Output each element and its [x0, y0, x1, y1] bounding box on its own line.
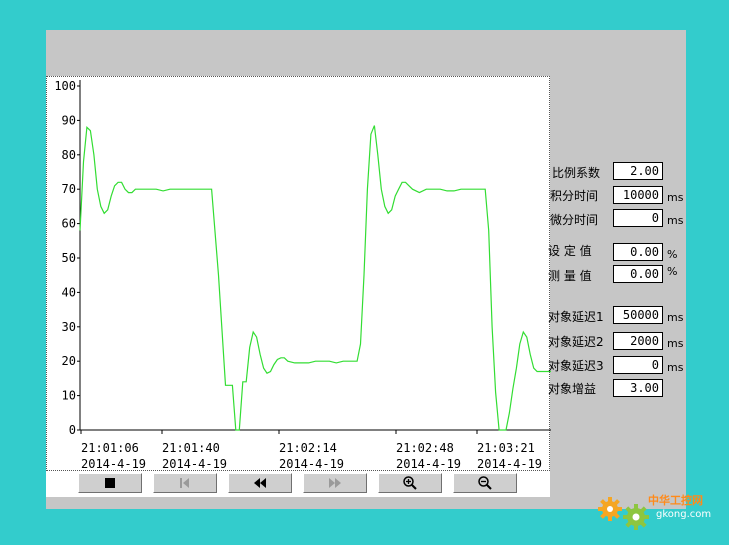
y-tick-label: 100 — [54, 79, 76, 93]
watermark-text: 中华工控网 — [648, 494, 703, 507]
pv-label: 测 量 值 — [548, 269, 592, 283]
x-tick-date-label: 2014-4-19 — [81, 457, 146, 471]
delay3-field[interactable]: 0 — [613, 356, 663, 374]
td-label: 微分时间 — [550, 213, 599, 227]
rewind-icon — [254, 478, 266, 488]
delay1-unit: ms — [667, 311, 684, 324]
y-tick-label: 30 — [62, 320, 76, 334]
delay2-unit: ms — [667, 337, 684, 350]
x-tick-date-label: 2014-4-19 — [396, 457, 461, 471]
y-tick-label: 20 — [62, 354, 76, 368]
x-tick-date-label: 2014-4-19 — [279, 457, 344, 471]
td-field[interactable]: 0 — [613, 209, 663, 227]
y-tick-label: 40 — [62, 285, 76, 299]
fast-forward-icon — [329, 478, 341, 488]
zoom-in-button[interactable] — [378, 473, 442, 493]
watermark-url: gkong.com — [656, 509, 712, 520]
pv-field[interactable]: 0.00 — [613, 265, 663, 283]
gain-field[interactable]: 3.00 — [613, 379, 663, 397]
delay2-field[interactable]: 2000 — [613, 332, 663, 350]
sp-field[interactable]: 0.00 — [613, 243, 663, 261]
trend-chart-svg: 100908070605040302010021:01:062014-4-192… — [54, 79, 551, 471]
skip-back-button[interactable] — [153, 473, 217, 493]
gain-label: 对象增益 — [548, 382, 597, 396]
delay3-unit: ms — [667, 361, 684, 374]
trend-chart: 100 90 80 70 60 50 40 30 20 10 0 21:01:06 2014-4-19 2… — [46, 76, 551, 471]
zoom-in-icon — [403, 476, 417, 490]
y-tick-label: 80 — [62, 148, 76, 162]
y-tick-label: 70 — [62, 182, 76, 196]
x-tick-time-label: 21:02:14 — [279, 441, 337, 455]
x-tick-date-label: 2014-4-19 — [477, 457, 542, 471]
pv-unit: % — [667, 265, 678, 278]
ti-field[interactable]: 10000 — [613, 186, 663, 204]
x-tick-time-label: 21:01:40 — [162, 441, 220, 455]
y-tick-label: 50 — [62, 251, 76, 265]
x-tick-date-label: 2014-4-19 — [162, 457, 227, 471]
delay1-label: 对象延迟1 — [548, 310, 604, 324]
y-tick-label: 90 — [62, 113, 76, 127]
delay1-field[interactable]: 50000 — [613, 306, 663, 324]
trend-series-line — [79, 125, 551, 431]
td-unit: ms — [667, 214, 684, 227]
x-tick-time-label: 21:02:48 — [396, 441, 454, 455]
fast-forward-button[interactable] — [303, 473, 367, 493]
zoom-out-icon — [478, 476, 492, 490]
x-tick-time-label: 21:03:21 — [477, 441, 535, 455]
skip-back-icon — [180, 478, 189, 488]
kp-label: 比例系数 — [552, 166, 601, 180]
zoom-out-button[interactable] — [453, 473, 517, 493]
delay2-label: 对象延迟2 — [548, 335, 604, 349]
y-tick-label: 10 — [62, 389, 76, 403]
ti-label: 积分时间 — [550, 189, 599, 203]
trend-toolbar — [46, 471, 550, 497]
kp-field[interactable]: 2.00 — [613, 162, 663, 180]
y-tick-label: 0 — [69, 423, 76, 437]
x-tick-time-label: 21:01:06 — [81, 441, 139, 455]
rewind-button[interactable] — [228, 473, 292, 493]
delay3-label: 对象延迟3 — [548, 359, 604, 373]
ti-unit: ms — [667, 191, 684, 204]
stop-icon — [105, 478, 115, 488]
sp-unit: % — [667, 248, 678, 261]
y-tick-label: 60 — [62, 217, 76, 231]
stop-button[interactable] — [78, 473, 142, 493]
sp-label: 设 定 值 — [548, 244, 592, 258]
